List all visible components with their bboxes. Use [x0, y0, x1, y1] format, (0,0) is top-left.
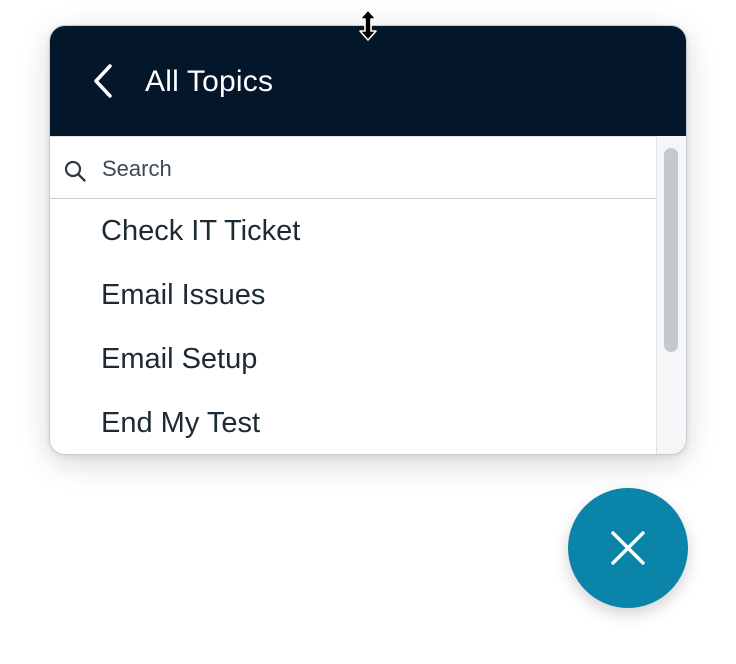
back-button[interactable]: [86, 62, 122, 100]
resize-vertical-cursor-icon: [359, 9, 377, 41]
scrollbar-track[interactable]: [656, 136, 686, 454]
topic-item[interactable]: Check IT Ticket: [50, 199, 656, 263]
stage: All Topics Check IT Ticket Email Issues …: [0, 0, 736, 664]
chevron-left-icon: [94, 64, 112, 98]
close-icon: [611, 531, 645, 565]
topic-item[interactable]: Email Issues: [50, 263, 656, 327]
topic-list: Check IT Ticket Email Issues Email Setup…: [50, 199, 656, 454]
topic-item[interactable]: End My Test: [50, 391, 656, 454]
topics-panel: All Topics Check IT Ticket Email Issues …: [49, 25, 687, 455]
search-bar: [50, 136, 656, 199]
page-title: All Topics: [145, 65, 274, 98]
search-icon: [64, 160, 86, 182]
topic-item[interactable]: Email Setup: [50, 327, 656, 391]
panel-body: Check IT Ticket Email Issues Email Setup…: [50, 136, 686, 454]
scrollbar-thumb[interactable]: [664, 148, 678, 352]
close-button[interactable]: [568, 488, 688, 608]
panel-header: All Topics: [50, 26, 686, 136]
search-input[interactable]: [102, 151, 642, 187]
